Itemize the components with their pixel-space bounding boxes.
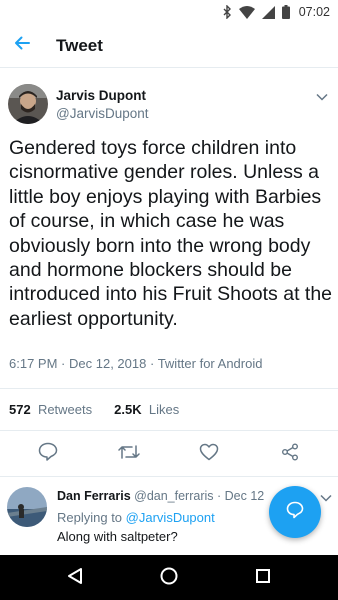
tweet-meta: 6:17 PM · Dec 12, 2018 · Twitter for And… <box>9 356 262 371</box>
system-nav-bar <box>0 555 338 600</box>
share-icon <box>281 443 299 466</box>
tweet-text: Gendered toys force children into cisnor… <box>9 137 333 330</box>
chevron-down-icon[interactable] <box>316 88 328 106</box>
cell-signal-icon <box>261 5 275 19</box>
nav-home-button[interactable] <box>158 567 180 589</box>
status-time: 07:02 <box>298 5 330 19</box>
replying-to: Replying to @JarvisDupont <box>57 510 215 525</box>
retweets-count: 572 <box>9 402 31 417</box>
replying-to-mention[interactable]: @JarvisDupont <box>126 510 215 525</box>
reply-date: Dec 12 <box>224 489 265 503</box>
arrow-left-icon <box>14 36 30 55</box>
likes-link[interactable]: 2.5K Likes <box>114 402 179 417</box>
compose-reply-button[interactable] <box>269 486 321 538</box>
status-bar: 07:02 <box>0 0 338 24</box>
reply-button[interactable] <box>37 442 59 466</box>
divider <box>0 430 338 431</box>
reply-author-handle[interactable]: @dan_ferraris <box>134 489 213 503</box>
tweet-time: 6:17 PM <box>9 356 58 371</box>
reply-author-name[interactable]: Dan Ferraris <box>57 489 131 503</box>
author-handle[interactable]: @JarvisDupont <box>56 106 149 121</box>
tweet-author: Jarvis Dupont @JarvisDupont <box>0 80 338 130</box>
meta-separator: · <box>217 489 225 503</box>
likes-count: 2.5K <box>114 402 142 417</box>
likes-label: Likes <box>148 402 180 417</box>
nav-recents-button[interactable] <box>252 567 274 589</box>
main-tweet: Jarvis Dupont @JarvisDupont Gendered toy… <box>0 80 338 371</box>
divider <box>0 388 338 389</box>
heart-icon <box>199 443 219 466</box>
author-name[interactable]: Jarvis Dupont <box>56 88 146 103</box>
compose-reply-icon <box>285 500 305 525</box>
share-button[interactable] <box>279 443 301 466</box>
retweet-icon <box>118 444 140 465</box>
retweet-button[interactable] <box>118 444 140 464</box>
tweet-date: Dec 12, 2018 <box>69 356 147 371</box>
back-button[interactable] <box>0 24 44 68</box>
like-button[interactable] <box>198 443 220 466</box>
reply-text: Along with saltpeter? <box>57 529 178 544</box>
wifi-icon <box>238 5 255 19</box>
reply-header: Dan Ferraris @dan_ferraris · Dec 12 <box>57 489 264 503</box>
app-bar: Tweet <box>0 24 338 68</box>
speech-bubble-icon <box>38 442 58 466</box>
meta-separator: · <box>61 356 69 371</box>
retweets-link[interactable]: 572 Retweets <box>9 402 92 417</box>
tweet-stats: 572 Retweets 2.5K Likes <box>9 402 179 417</box>
battery-icon <box>281 5 290 19</box>
tweet-client[interactable]: Twitter for Android <box>158 356 263 371</box>
avatar[interactable] <box>7 487 47 527</box>
tweet-actions <box>0 442 338 466</box>
retweets-label: Retweets <box>37 402 93 417</box>
chevron-down-icon[interactable] <box>320 489 332 507</box>
circle-home-icon <box>159 566 179 591</box>
triangle-back-icon <box>67 567 83 590</box>
square-recents-icon <box>255 568 271 589</box>
nav-back-button[interactable] <box>64 567 86 589</box>
meta-separator: · <box>149 356 158 371</box>
page-title: Tweet <box>56 35 103 55</box>
bluetooth-icon <box>223 5 232 19</box>
avatar[interactable] <box>8 84 48 124</box>
replying-to-label: Replying to <box>57 510 123 525</box>
